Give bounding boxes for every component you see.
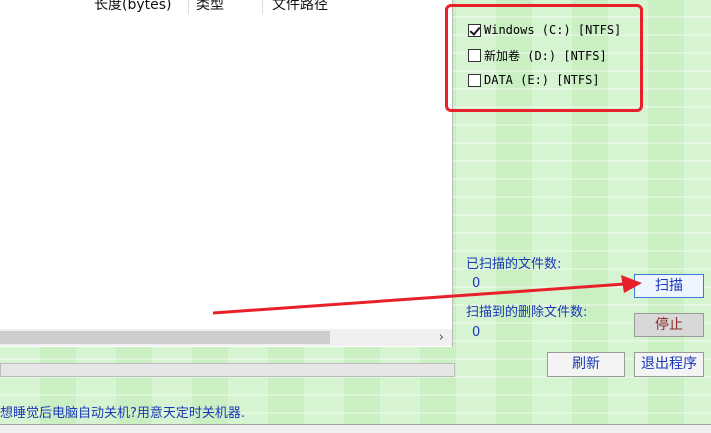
column-path[interactable]: 文件路径: [272, 0, 328, 14]
file-list[interactable]: 长度(bytes) 类型 文件路径 ›: [0, 0, 453, 347]
column-divider: [188, 0, 189, 14]
stop-button[interactable]: 停止: [634, 313, 704, 337]
refresh-button[interactable]: 刷新: [547, 352, 625, 377]
drive-item-c[interactable]: Windows (C:) [NTFS]: [468, 21, 621, 39]
deleted-files-value: 0: [472, 325, 481, 340]
drive-c-label: Windows (C:) [NTFS]: [484, 23, 622, 37]
drive-selection-highlight: Windows (C:) [NTFS] 新加卷 (D:) [NTFS] DATA…: [445, 4, 643, 112]
drive-item-d[interactable]: 新加卷 (D:) [NTFS]: [468, 46, 607, 64]
scroll-right-icon[interactable]: ›: [439, 329, 444, 346]
exit-button[interactable]: 退出程序: [634, 352, 704, 377]
drive-item-e[interactable]: DATA (E:) [NTFS]: [468, 71, 600, 89]
scan-progress-bar: [0, 363, 455, 377]
scan-button[interactable]: 扫描: [634, 274, 704, 298]
scrollbar-thumb[interactable]: [0, 331, 330, 344]
column-length[interactable]: 长度(bytes): [94, 0, 172, 14]
deleted-files-label: 扫描到的删除文件数:: [466, 305, 588, 320]
drive-c-checkbox[interactable]: [468, 23, 481, 37]
column-type[interactable]: 类型: [196, 0, 224, 14]
horizontal-scrollbar[interactable]: ›: [0, 329, 452, 346]
drive-d-checkbox[interactable]: [468, 48, 481, 62]
drive-e-label: DATA (E:) [NTFS]: [484, 73, 600, 87]
drive-d-label: 新加卷 (D:) [NTFS]: [484, 48, 607, 63]
column-divider: [262, 0, 263, 14]
promo-tip-link[interactable]: 想睡觉后电脑自动关机?用意天定时关机器.: [0, 402, 245, 421]
scanned-files-value: 0: [472, 276, 481, 291]
drive-e-checkbox[interactable]: [468, 73, 481, 87]
scanned-files-label: 已扫描的文件数:: [466, 257, 562, 272]
column-header: 长度(bytes) 类型 文件路径: [0, 0, 452, 14]
